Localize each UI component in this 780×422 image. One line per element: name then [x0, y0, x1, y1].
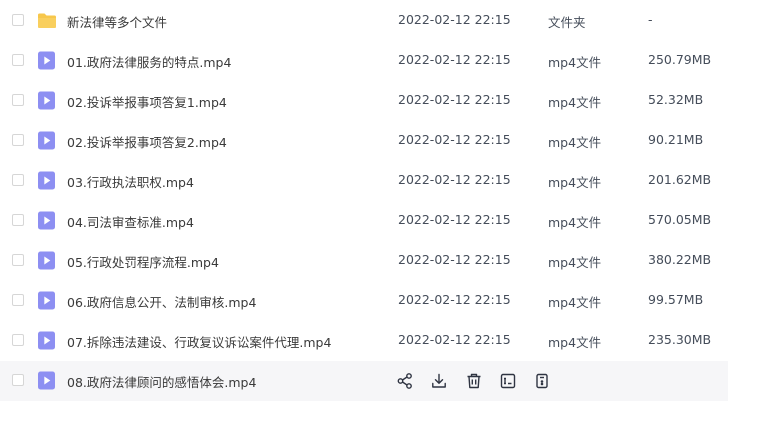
file-type: mp4文件 — [548, 55, 602, 70]
video-file-icon — [37, 371, 56, 390]
file-type: mp4文件 — [548, 215, 602, 230]
row-checkbox[interactable] — [12, 174, 24, 186]
file-type: 文件夹 — [548, 15, 586, 30]
row-checkbox[interactable] — [12, 134, 24, 146]
file-modified-date: 2022-02-12 22:15 — [398, 332, 511, 347]
row-checkbox[interactable] — [12, 294, 24, 306]
file-modified-date: 2022-02-12 22:15 — [398, 252, 511, 267]
file-size: 380.22MB — [648, 252, 712, 267]
file-row[interactable]: 06.政府信息公开、法制审核.mp4 2022-02-12 22:15 mp4文… — [0, 281, 780, 321]
file-name[interactable]: 03.行政执法职权.mp4 — [67, 172, 194, 191]
file-name[interactable]: 01.政府法律服务的特点.mp4 — [67, 52, 231, 71]
file-modified-date: 2022-02-12 22:15 — [398, 52, 511, 67]
file-name[interactable]: 04.司法审查标准.mp4 — [67, 212, 194, 231]
file-modified-date: 2022-02-12 22:15 — [398, 12, 511, 27]
file-size: 201.62MB — [648, 172, 712, 187]
file-modified-date: 2022-02-12 22:15 — [398, 132, 511, 147]
file-row-hovered[interactable]: 08.政府法律顾问的感悟体会.mp4 — [0, 361, 728, 401]
file-name[interactable]: 新法律等多个文件 — [67, 12, 167, 31]
video-file-icon — [37, 211, 56, 230]
row-checkbox[interactable] — [12, 334, 24, 346]
row-checkbox[interactable] — [12, 254, 24, 266]
file-name[interactable]: 05.行政处罚程序流程.mp4 — [67, 252, 219, 271]
file-name[interactable]: 08.政府法律顾问的感悟体会.mp4 — [67, 372, 256, 391]
row-checkbox[interactable] — [12, 374, 24, 386]
file-row[interactable]: 02.投诉举报事项答复1.mp4 2022-02-12 22:15 mp4文件 … — [0, 81, 780, 121]
file-size: 52.32MB — [648, 92, 704, 107]
row-checkbox[interactable] — [12, 54, 24, 66]
file-row[interactable]: 03.行政执法职权.mp4 2022-02-12 22:15 mp4文件 201… — [0, 161, 780, 201]
video-file-icon — [37, 131, 56, 150]
video-file-icon — [37, 291, 56, 310]
file-name[interactable]: 06.政府信息公开、法制审核.mp4 — [67, 292, 256, 311]
video-file-icon — [37, 331, 56, 350]
file-type: mp4文件 — [548, 135, 602, 150]
rename-icon[interactable] — [499, 372, 517, 390]
file-modified-date: 2022-02-12 22:15 — [398, 172, 511, 187]
more-icon[interactable] — [533, 372, 551, 390]
file-type: mp4文件 — [548, 175, 602, 190]
download-icon[interactable] — [430, 372, 448, 390]
video-file-icon — [37, 91, 56, 110]
row-checkbox[interactable] — [12, 214, 24, 226]
file-modified-date: 2022-02-12 22:15 — [398, 92, 511, 107]
file-name[interactable]: 07.拆除违法建设、行政复议诉讼案件代理.mp4 — [67, 332, 331, 351]
row-checkbox[interactable] — [12, 94, 24, 106]
file-type: mp4文件 — [548, 335, 602, 350]
file-size: 99.57MB — [648, 292, 704, 307]
file-row[interactable]: 02.投诉举报事项答复2.mp4 2022-02-12 22:15 mp4文件 … — [0, 121, 780, 161]
video-file-icon — [37, 51, 56, 70]
video-file-icon — [37, 251, 56, 270]
file-type: mp4文件 — [548, 255, 602, 270]
file-row[interactable]: 新法律等多个文件 2022-02-12 22:15 文件夹 - — [0, 1, 780, 41]
file-name[interactable]: 02.投诉举报事项答复1.mp4 — [67, 92, 227, 111]
folder-icon — [37, 11, 56, 30]
file-row[interactable]: 05.行政处罚程序流程.mp4 2022-02-12 22:15 mp4文件 3… — [0, 241, 780, 281]
share-icon[interactable] — [396, 372, 414, 390]
file-row[interactable]: 04.司法审查标准.mp4 2022-02-12 22:15 mp4文件 570… — [0, 201, 780, 241]
file-name[interactable]: 02.投诉举报事项答复2.mp4 — [67, 132, 227, 151]
delete-icon[interactable] — [465, 372, 483, 390]
file-row[interactable]: 07.拆除违法建设、行政复议诉讼案件代理.mp4 2022-02-12 22:1… — [0, 321, 780, 361]
file-size: 250.79MB — [648, 52, 712, 67]
file-list: 新法律等多个文件 2022-02-12 22:15 文件夹 - 01.政府法律服… — [0, 1, 780, 401]
video-file-icon — [37, 171, 56, 190]
file-type: mp4文件 — [548, 295, 602, 310]
file-type: mp4文件 — [548, 95, 602, 110]
row-checkbox[interactable] — [12, 14, 24, 26]
file-size: 570.05MB — [648, 212, 712, 227]
file-size: 90.21MB — [648, 132, 704, 147]
file-size: - — [648, 12, 653, 27]
file-size: 235.30MB — [648, 332, 712, 347]
file-modified-date: 2022-02-12 22:15 — [398, 292, 511, 307]
file-modified-date: 2022-02-12 22:15 — [398, 212, 511, 227]
file-row[interactable]: 01.政府法律服务的特点.mp4 2022-02-12 22:15 mp4文件 … — [0, 41, 780, 81]
